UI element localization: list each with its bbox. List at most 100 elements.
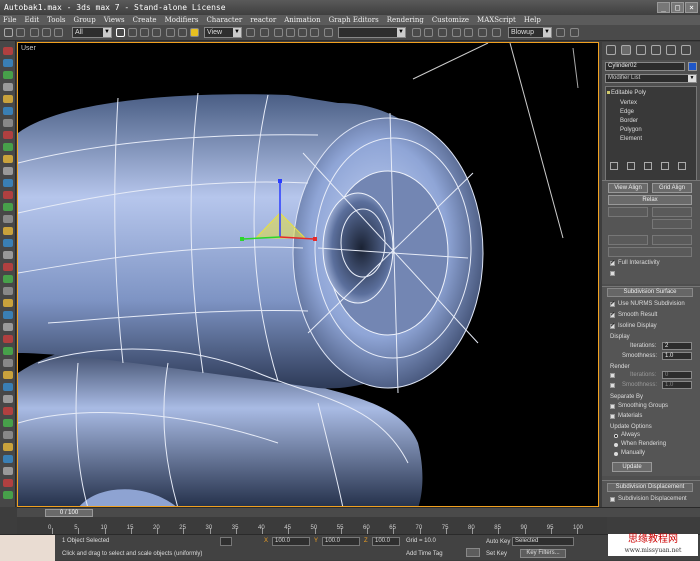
tool-icon-5[interactable] [3,95,13,103]
use-nurms-checkbox[interactable] [610,300,615,307]
tool-icon-28[interactable] [3,371,13,379]
pin-stack-icon[interactable] [610,162,618,170]
view-align-button[interactable]: View Align [608,183,648,193]
tool-icon-4[interactable] [3,83,13,91]
tool-icon-14[interactable] [3,203,13,211]
always-radio[interactable] [614,434,618,438]
active-shade-icon[interactable] [570,28,579,37]
tool-icon-21[interactable] [3,287,13,295]
tool-icon-1[interactable] [3,47,13,55]
set-key-button[interactable]: Set Key [486,551,507,557]
tool-icon-3[interactable] [3,71,13,79]
modifier-list-dropdown[interactable]: Modifier List ▼ [605,74,697,83]
display-tab-icon[interactable] [666,45,676,55]
menu-animation[interactable]: Animation [284,15,320,25]
layer-manager-icon[interactable] [438,28,447,37]
tool-icon-38[interactable] [3,491,13,499]
tool-icon-30[interactable] [3,395,13,403]
tool-icon-34[interactable] [3,443,13,451]
stack-item-editable-poly[interactable]: Editable Poly [606,90,646,96]
key-icon[interactable] [466,548,480,557]
modify-tab-icon[interactable] [621,45,631,55]
tool-icon-27[interactable] [3,359,13,367]
tool-icon-31[interactable] [3,407,13,415]
x-coordinate-field[interactable]: 100.0 [272,537,310,546]
viewport-label[interactable]: User [21,45,36,52]
pivot-center-icon[interactable] [246,28,255,37]
tool-icon-24[interactable] [3,323,13,331]
tool-icon-8[interactable] [3,131,13,139]
tool-icon-12[interactable] [3,179,13,187]
configure-sets-icon[interactable] [678,162,686,170]
add-time-tag[interactable]: Add Time Tag [406,551,443,557]
stack-item-edge[interactable]: Edge [620,109,634,115]
schematic-view-icon[interactable] [464,28,473,37]
when-rendering-radio[interactable] [614,443,618,447]
unlink-icon[interactable] [42,28,51,37]
tool-icon-17[interactable] [3,239,13,247]
tool-icon-26[interactable] [3,347,13,355]
render-scene-icon[interactable] [492,28,501,37]
menu-views[interactable]: Views [104,15,125,25]
menu-rendering[interactable]: Rendering [387,15,424,25]
tool-icon-23[interactable] [3,311,13,319]
object-name-field[interactable]: Cylinder02 [605,62,685,71]
curve-editor-icon[interactable] [452,28,461,37]
menu-customize[interactable]: Customize [432,15,469,25]
tool-icon-36[interactable] [3,467,13,475]
scale-icon[interactable] [190,28,199,37]
isoline-display-checkbox[interactable] [610,322,615,329]
tool-icon-29[interactable] [3,383,13,391]
link-icon[interactable] [30,28,39,37]
named-selection-dropdown[interactable]: ▼ [338,27,406,38]
tool-icon-2[interactable] [3,59,13,67]
tool-icon-7[interactable] [3,119,13,127]
stack-item-vertex[interactable]: Vertex [620,100,637,106]
menu-group[interactable]: Group [74,15,96,25]
tool-icon-37[interactable] [3,479,13,487]
grid-align-button[interactable]: Grid Align [652,183,692,193]
tool-icon-22[interactable] [3,299,13,307]
viewport[interactable]: User [17,42,599,507]
stack-item-polygon[interactable]: Polygon [620,127,642,133]
select-manipulate-icon[interactable] [260,28,269,37]
subdivision-displacement-checkbox[interactable] [610,497,615,502]
subdivision-displacement-header[interactable]: Subdivision Displacement [607,483,693,492]
utilities-tab-icon[interactable] [681,45,691,55]
render-iterations-spinner[interactable]: 0 [662,371,692,379]
smoothing-groups-checkbox[interactable] [610,404,615,409]
create-tab-icon[interactable] [606,45,616,55]
tool-icon-10[interactable] [3,155,13,163]
render-iterations-checkbox[interactable] [610,373,615,378]
object-color-swatch[interactable] [688,62,697,71]
tool-icon-6[interactable] [3,107,13,115]
stack-item-border[interactable]: Border [620,118,638,124]
redo-icon[interactable] [16,28,25,37]
smoothness-spinner[interactable]: 1.0 [662,352,692,360]
z-coordinate-field[interactable]: 100.0 [372,537,400,546]
tool-icon-15[interactable] [3,215,13,223]
percent-snap-icon[interactable] [298,28,307,37]
time-slider[interactable]: 0 / 100 [45,509,93,517]
maximize-button[interactable]: □ [671,2,684,13]
tool-icon-9[interactable] [3,143,13,151]
tool-icon-25[interactable] [3,335,13,343]
tool-icon-35[interactable] [3,455,13,463]
angle-snap-icon[interactable] [286,28,295,37]
spinner-snap-icon[interactable] [310,28,319,37]
full-interactivity-checkbox[interactable] [610,259,615,266]
manually-radio[interactable] [614,452,618,456]
auto-key-button[interactable]: Auto Key [486,539,510,545]
minimize-button[interactable]: _ [657,2,670,13]
materials-checkbox[interactable] [610,414,615,419]
subdivision-surface-header[interactable]: Subdivision Surface [607,288,693,297]
menu-help[interactable]: Help [524,15,541,25]
select-by-name-icon[interactable] [128,28,137,37]
render-type-dropdown[interactable]: Blowup ▼ [508,27,552,38]
region-select-icon[interactable] [140,28,149,37]
key-filters-button[interactable]: Key Filters... [520,549,566,558]
menu-file[interactable]: File [3,15,16,25]
window-crossing-icon[interactable] [152,28,161,37]
reference-coordinate-dropdown[interactable]: View ▼ [204,27,242,38]
tool-icon-11[interactable] [3,167,13,175]
